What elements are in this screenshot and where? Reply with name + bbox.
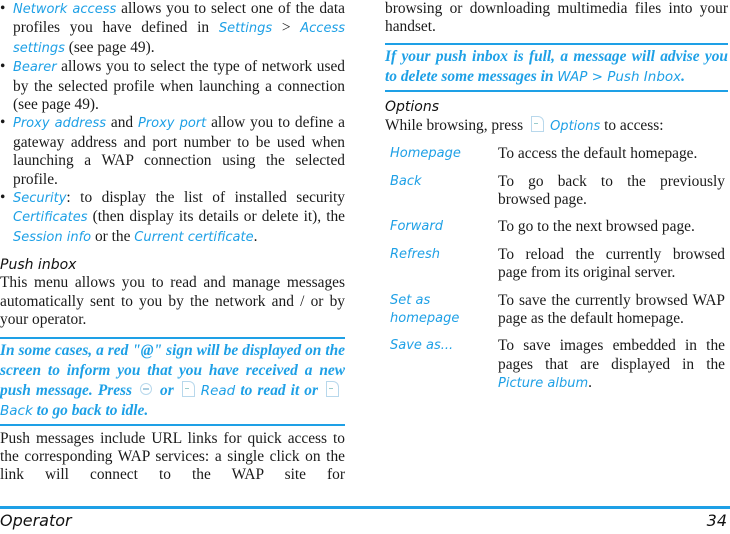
read-label: Read xyxy=(200,382,236,399)
option-row: Refresh To reload the currently browsed … xyxy=(385,241,728,287)
option-homepage[interactable]: Homepage xyxy=(385,140,498,167)
option-refresh[interactable]: Refresh xyxy=(385,241,498,287)
page-number: 34 xyxy=(706,511,727,530)
link-session-info[interactable]: Session info xyxy=(13,230,91,245)
option-row: Back To go back to the previously browse… xyxy=(385,168,728,214)
option-row: Forward To go to the next browsed page. xyxy=(385,213,728,240)
option-row: Set as homepage To save the currently br… xyxy=(385,287,728,333)
right-column: browsing or downloading multimedia files… xyxy=(385,0,728,398)
left-column: • Network access allows you to select one… xyxy=(0,0,345,485)
footer-divider xyxy=(0,506,730,509)
link-proxy-address[interactable]: Proxy address xyxy=(13,116,106,131)
link-network-access[interactable]: Network access xyxy=(13,2,116,17)
options-intro: While browsing, press Options to access: xyxy=(385,115,664,134)
link-picture-album[interactable]: Picture album xyxy=(498,376,588,391)
left-softkey-icon xyxy=(531,115,545,132)
inbox-full-note: If your push inbox is full, a message wi… xyxy=(385,42,728,92)
link-bearer[interactable]: Bearer xyxy=(13,60,57,75)
option-row: Homepage To access the default homepage. xyxy=(385,140,728,167)
path-wap-push-inbox[interactable]: WAP > Push Inbox xyxy=(557,69,681,85)
bullet-bearer: • Bearer allows you to select the type of… xyxy=(0,58,345,114)
footer-section-name: Operator xyxy=(0,511,72,530)
link-settings[interactable]: Settings xyxy=(219,21,272,36)
link-proxy-port[interactable]: Proxy port xyxy=(138,116,206,131)
options-label[interactable]: Options xyxy=(550,119,600,134)
link-current-certificate[interactable]: Current certificate xyxy=(134,230,253,245)
bullet-proxy: • Proxy address and Proxy port allow you … xyxy=(0,114,346,188)
right-softkey-icon xyxy=(326,380,339,397)
link-certificates[interactable]: Certificates xyxy=(13,210,88,225)
option-forward[interactable]: Forward xyxy=(385,213,498,240)
push-inbox-note: In some cases, a red "@" sign will be di… xyxy=(0,336,345,426)
bullet-network-access: • Network access allows you to select one… xyxy=(0,0,345,56)
option-save-as[interactable]: Save as... xyxy=(385,332,498,397)
back-label: Back xyxy=(0,402,33,419)
left-softkey-icon xyxy=(181,380,195,397)
option-back[interactable]: Back xyxy=(385,168,498,214)
section-title-options: Options xyxy=(385,98,440,115)
option-row: Save as... To save images embedded in th… xyxy=(385,332,728,397)
section-title-push-inbox: Push inbox xyxy=(0,257,77,274)
options-table: Homepage To access the default homepage.… xyxy=(385,140,728,397)
option-set-as-homepage[interactable]: Set as homepage xyxy=(385,287,498,333)
ok-key-icon xyxy=(140,382,153,395)
push-inbox-body: Push messages include URL links for quic… xyxy=(0,429,345,484)
continuation-text: browsing or downloading multimedia files… xyxy=(385,0,728,36)
bullet-security: • Security: to display the list of instal… xyxy=(0,189,345,245)
link-security[interactable]: Security xyxy=(13,191,66,206)
push-inbox-intro: This menu allows you to read and manage … xyxy=(0,274,345,329)
